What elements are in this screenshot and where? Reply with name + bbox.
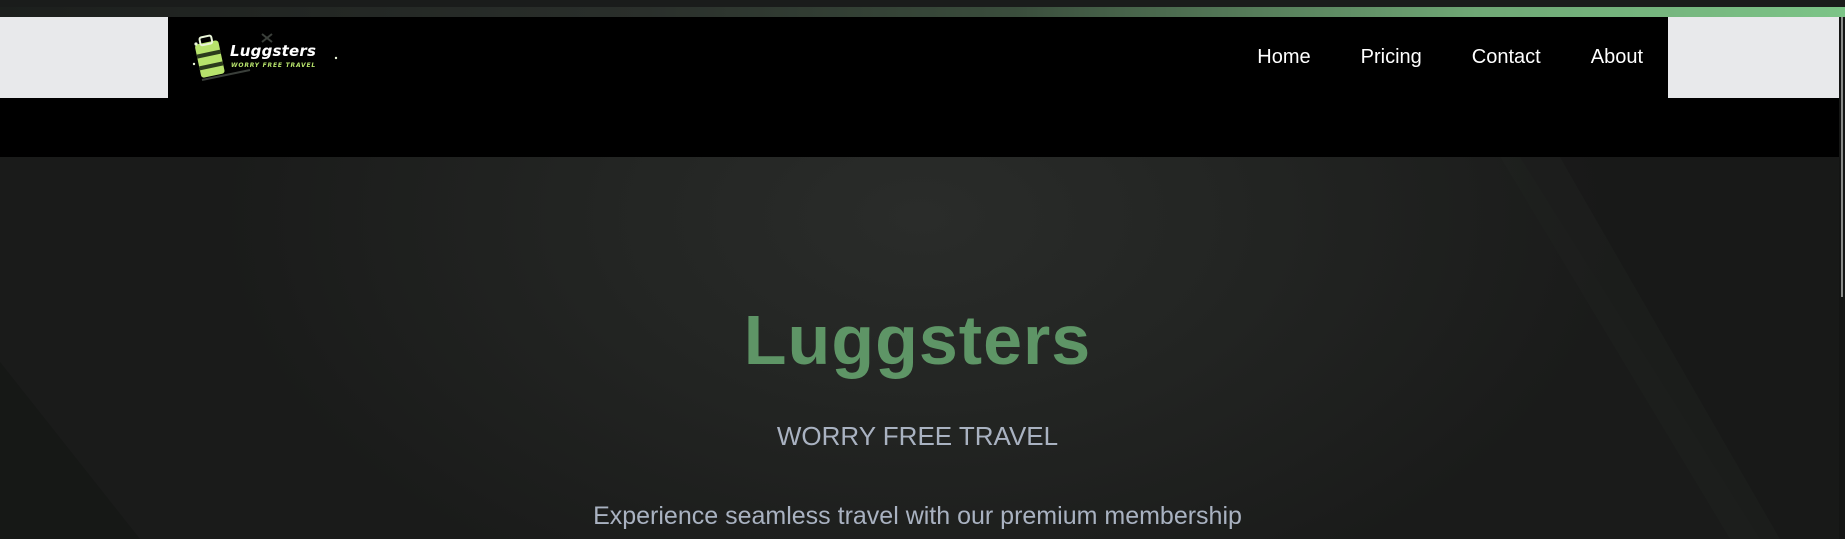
header-spacer <box>0 98 1845 157</box>
navbar: Luggsters WORRY FREE TRAVEL Home Pricing… <box>168 17 1668 98</box>
hero-subtitle: WORRY FREE TRAVEL <box>776 421 1059 451</box>
nav-link-pricing[interactable]: Pricing <box>1361 46 1422 69</box>
hero-section: Luggsters WORRY FREE TRAVEL Experience s… <box>0 157 1845 539</box>
page: Luggsters WORRY FREE TRAVEL Home Pricing… <box>0 0 1845 539</box>
nav-link-contact[interactable]: Contact <box>1472 46 1541 69</box>
top-accent-strip <box>0 0 1845 17</box>
logo-tagline: WORRY FREE TRAVEL <box>231 62 316 69</box>
logo-name: Luggsters <box>230 42 317 60</box>
scrollbar-thumb[interactable] <box>1841 17 1843 297</box>
page-scrollbar[interactable] <box>1839 17 1845 539</box>
main-nav: Home Pricing Contact About <box>1257 17 1643 98</box>
nav-link-home[interactable]: Home <box>1257 46 1310 69</box>
logo[interactable]: Luggsters WORRY FREE TRAVEL <box>190 28 342 88</box>
hero-title: Luggsters <box>743 301 1092 379</box>
hero-description: Experience seamless travel with our prem… <box>593 502 1242 530</box>
nav-link-about[interactable]: About <box>1591 46 1643 69</box>
